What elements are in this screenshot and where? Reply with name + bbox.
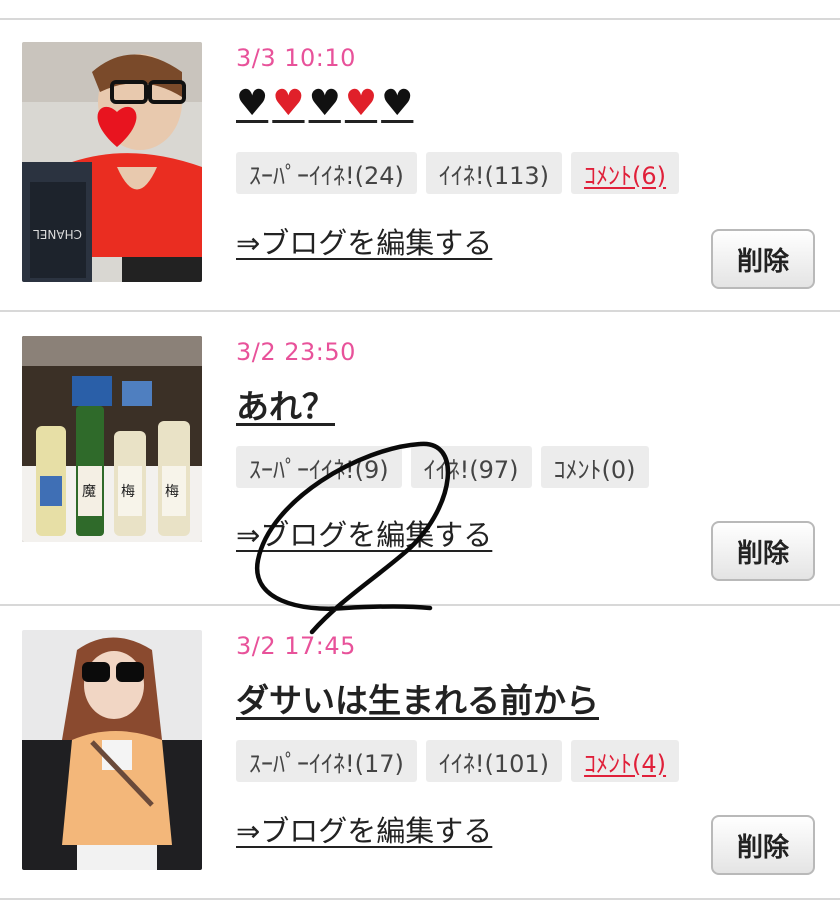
- post-thumbnail[interactable]: CHANEL: [22, 42, 202, 282]
- super-like-count[interactable]: ｽｰﾊﾟｰｲｲﾈ!(9): [236, 446, 402, 488]
- row-divider: [0, 604, 840, 606]
- super-like-count[interactable]: ｽｰﾊﾟｰｲｲﾈ!(17): [236, 740, 417, 782]
- comment-count-link[interactable]: ｺﾒﾝﾄ(4): [571, 740, 680, 782]
- comment-count[interactable]: ｺﾒﾝﾄ(0): [540, 446, 649, 488]
- post-thumbnail[interactable]: 魔 梅 梅: [22, 336, 202, 542]
- reaction-tags: ｽｰﾊﾟｰｲｲﾈ!(17) ｲｲﾈ!(101) ｺﾒﾝﾄ(4): [236, 740, 680, 782]
- edit-blog-link[interactable]: ⇒ブログを編集する: [236, 512, 492, 554]
- post-date: 3/2 23:50: [236, 338, 356, 366]
- delete-button[interactable]: 削除: [711, 815, 815, 875]
- comment-count-link[interactable]: ｺﾒﾝﾄ(6): [571, 152, 680, 194]
- like-count[interactable]: ｲｲﾈ!(97): [410, 446, 532, 488]
- svg-text:梅: 梅: [165, 484, 179, 500]
- super-like-count[interactable]: ｽｰﾊﾟｰｲｲﾈ!(24): [236, 152, 417, 194]
- delete-button[interactable]: 削除: [711, 521, 815, 581]
- heart-emoji-row: ♥ ♥ ♥ ♥ ♥: [236, 86, 413, 122]
- edit-blog-link[interactable]: ⇒ブログを編集する: [236, 220, 492, 262]
- delete-button[interactable]: 削除: [711, 229, 815, 289]
- svg-text:梅: 梅: [121, 484, 135, 500]
- bottom-divider: [0, 898, 840, 900]
- like-count[interactable]: ｲｲﾈ!(101): [425, 740, 563, 782]
- svg-text:CHANEL: CHANEL: [33, 227, 82, 241]
- post-title-link[interactable]: ダサいは生まれる前から: [236, 674, 599, 722]
- black-heart-icon: ♥: [236, 83, 269, 124]
- black-heart-icon: ♥: [308, 83, 341, 124]
- post-date: 3/3 10:10: [236, 44, 356, 72]
- edit-blog-link[interactable]: ⇒ブログを編集する: [236, 808, 492, 850]
- red-heart-icon: ♥: [272, 83, 305, 124]
- svg-text:魔: 魔: [82, 484, 96, 500]
- post-title-link[interactable]: ♥ ♥ ♥ ♥ ♥: [236, 86, 413, 122]
- post-date: 3/2 17:45: [236, 632, 356, 660]
- post-title-link[interactable]: あれ？: [236, 380, 335, 428]
- top-divider: [0, 18, 840, 20]
- row-divider: [0, 310, 840, 312]
- post-thumbnail[interactable]: [22, 630, 202, 870]
- reaction-tags: ｽｰﾊﾟｰｲｲﾈ!(24) ｲｲﾈ!(113) ｺﾒﾝﾄ(6): [236, 152, 680, 194]
- red-heart-icon: ♥: [344, 83, 378, 124]
- reaction-tags: ｽｰﾊﾟｰｲｲﾈ!(9) ｲｲﾈ!(97) ｺﾒﾝﾄ(0): [236, 446, 649, 488]
- black-heart-icon: ♥: [381, 83, 414, 124]
- like-count[interactable]: ｲｲﾈ!(113): [425, 152, 563, 194]
